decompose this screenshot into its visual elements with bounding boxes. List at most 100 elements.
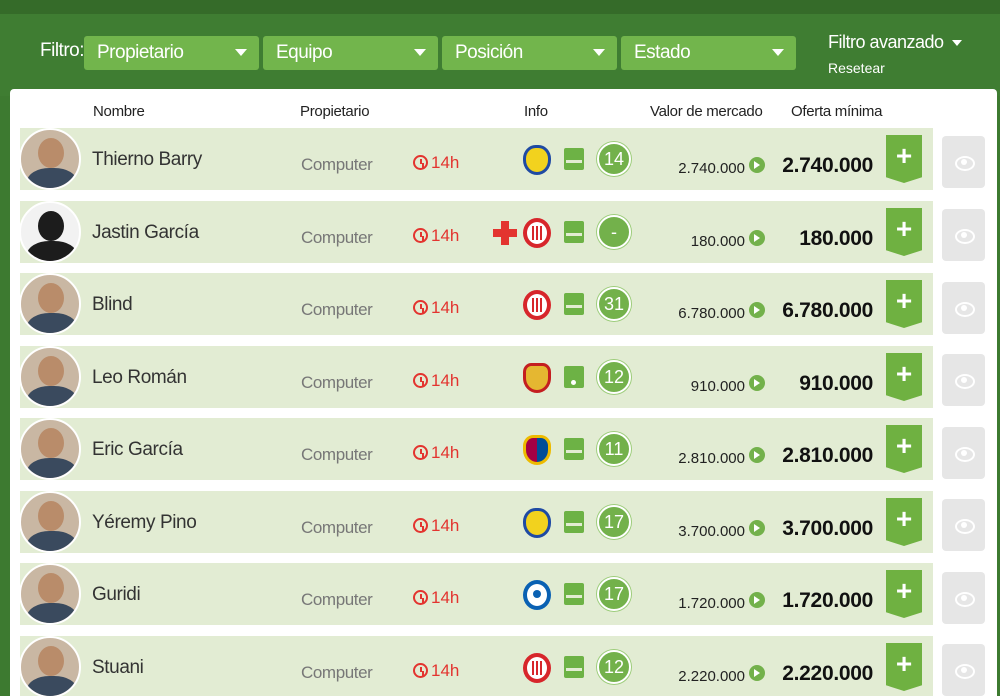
player-name[interactable]: Blind — [92, 294, 133, 316]
player-row[interactable]: Leo Román Computer 14h 12 910.000 910.000 + — [19, 346, 933, 408]
player-avatar[interactable] — [19, 636, 81, 696]
time-remaining: 14h — [413, 226, 459, 246]
injury-cross-icon — [492, 220, 518, 246]
time-remaining-value: 14h — [431, 516, 460, 535]
make-offer-button[interactable]: + — [886, 135, 922, 183]
position-shirt-icon — [564, 148, 584, 170]
market-value: 2.220.000 — [678, 668, 745, 685]
trend-arrow-icon — [749, 302, 765, 318]
filter-bar: Filtro: Propietario Equipo Posición Esta… — [0, 14, 1000, 96]
dropdown-position[interactable]: Posición — [442, 36, 617, 70]
make-offer-button[interactable]: + — [886, 425, 922, 473]
header-owner[interactable]: Propietario — [300, 103, 370, 120]
watch-eye-button[interactable] — [942, 354, 985, 406]
player-avatar[interactable] — [19, 273, 81, 335]
player-avatar[interactable] — [19, 563, 81, 625]
owner-name: Computer — [301, 663, 373, 682]
position-shirt-icon — [564, 583, 584, 605]
position-shirt-icon — [564, 293, 584, 315]
market-value: 2.810.000 — [678, 450, 745, 467]
avatar-head — [38, 646, 64, 676]
time-remaining-value: 14h — [431, 371, 460, 390]
time-remaining: 14h — [413, 661, 459, 681]
watch-eye-button[interactable] — [942, 499, 985, 551]
time-remaining: 14h — [413, 371, 459, 391]
player-row[interactable]: Thierno Barry Computer 14h 14 2.740.000 2.740… — [19, 128, 933, 190]
trend-arrow-icon — [749, 157, 765, 173]
market-value: 910.000 — [690, 378, 745, 395]
header-min-offer[interactable]: Oferta mínima — [791, 103, 882, 120]
min-offer: 180.000 — [799, 227, 873, 250]
player-row[interactable]: Eric García Computer 14h 11 2.810.000 2.810.0… — [19, 418, 933, 480]
header-market-value[interactable]: Valor de mercado — [650, 103, 763, 120]
watch-eye-button[interactable] — [942, 427, 985, 479]
points-badge: 12 — [597, 360, 631, 394]
dropdown-team[interactable]: Equipo — [263, 36, 438, 70]
position-shirt-icon — [564, 366, 584, 388]
player-row[interactable]: Blind Computer 14h 31 6.780.000 6.780.000 + — [19, 273, 933, 335]
player-avatar[interactable] — [19, 418, 81, 480]
player-name[interactable]: Stuani — [92, 657, 144, 679]
player-name[interactable]: Yéremy Pino — [92, 512, 197, 534]
player-name[interactable]: Leo Román — [92, 367, 187, 389]
time-remaining-value: 14h — [431, 443, 460, 462]
make-offer-button[interactable]: + — [886, 280, 922, 328]
player-row[interactable]: Guridi Computer 14h 17 1.720.000 1.720.000 + — [19, 563, 933, 625]
time-remaining: 14h — [413, 516, 459, 536]
market-value: 6.780.000 — [678, 305, 745, 322]
min-offer: 1.720.000 — [782, 589, 873, 612]
min-offer: 2.810.000 — [782, 444, 873, 467]
trend-arrow-icon — [749, 520, 765, 536]
alaves-crest-icon — [523, 580, 551, 610]
avatar-head — [38, 138, 64, 168]
watch-eye-button[interactable] — [942, 209, 985, 261]
watch-eye-button[interactable] — [942, 572, 985, 624]
watch-eye-button[interactable] — [942, 282, 985, 334]
points-badge: - — [597, 215, 631, 249]
player-avatar[interactable] — [19, 491, 81, 553]
trend-arrow-icon — [749, 230, 765, 246]
trend-arrow-icon — [749, 447, 765, 463]
make-offer-button[interactable]: + — [886, 208, 922, 256]
header-name[interactable]: Nombre — [93, 103, 145, 120]
player-name[interactable]: Jastin García — [92, 222, 199, 244]
player-avatar[interactable] — [19, 201, 81, 263]
player-avatar[interactable] — [19, 128, 81, 190]
avatar-head — [38, 573, 64, 603]
player-name[interactable]: Thierno Barry — [92, 149, 202, 171]
chevron-down-icon — [951, 40, 962, 47]
make-offer-button[interactable]: + — [886, 570, 922, 618]
avatar-head — [38, 356, 64, 386]
points-badge: 14 — [597, 142, 631, 176]
make-offer-button[interactable]: + — [886, 643, 922, 691]
watch-eye-button[interactable] — [942, 136, 985, 188]
player-name[interactable]: Guridi — [92, 584, 141, 606]
dropdown-status-label: Estado — [634, 42, 691, 63]
player-name[interactable]: Eric García — [92, 439, 183, 461]
reset-link[interactable]: Resetear — [828, 60, 885, 76]
avatar-head — [38, 428, 64, 458]
clock-icon — [413, 300, 428, 315]
player-row[interactable]: Yéremy Pino Computer 14h 17 3.700.000 3.700.0… — [19, 491, 933, 553]
dropdown-owner[interactable]: Propietario — [84, 36, 259, 70]
make-offer-button[interactable]: + — [886, 498, 922, 546]
position-shirt-icon — [564, 221, 584, 243]
avatar-body — [27, 458, 77, 478]
points-badge: 31 — [597, 287, 631, 321]
player-avatar[interactable] — [19, 346, 81, 408]
watch-eye-button[interactable] — [942, 644, 985, 696]
advanced-filter-toggle[interactable]: Filtro avanzado — [828, 32, 962, 53]
points-badge: 17 — [597, 577, 631, 611]
time-remaining-value: 14h — [431, 661, 460, 680]
header-info: Info — [524, 103, 548, 120]
time-remaining: 14h — [413, 443, 459, 463]
owner-name: Computer — [301, 445, 373, 464]
make-offer-button[interactable]: + — [886, 353, 922, 401]
dropdown-status[interactable]: Estado — [621, 36, 796, 70]
clock-icon — [413, 590, 428, 605]
player-row[interactable]: Jastin García Computer 14h - 180.000 180.000 + — [19, 201, 933, 263]
player-row[interactable]: Stuani Computer 14h 12 2.220.000 2.220.000 + — [19, 636, 933, 696]
dropdown-position-label: Posición — [455, 42, 523, 63]
min-offer: 6.780.000 — [782, 299, 873, 322]
trend-arrow-icon — [749, 592, 765, 608]
